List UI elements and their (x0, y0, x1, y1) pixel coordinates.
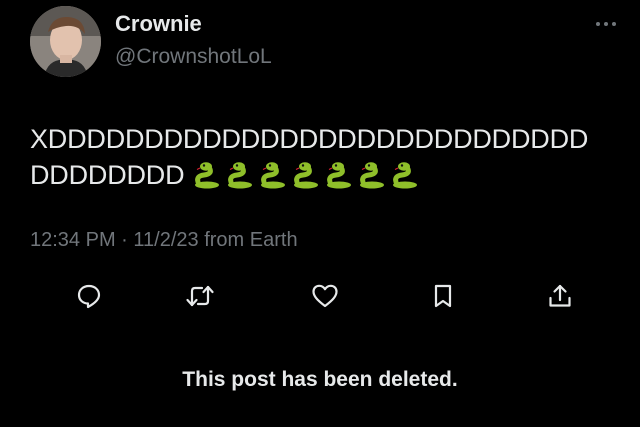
tweet-text-line-2-text: DDDDDDDD (30, 160, 185, 190)
tweet-text-line-2: DDDDDDDD (30, 157, 630, 199)
tweet-metadata: 12:34 PM · 11/2/23 from Earth (30, 229, 298, 252)
tweet-text-line-1: XDDDDDDDDDDDDDDDDDDDDDDDDDDDD (30, 124, 589, 154)
snake-emoji (195, 162, 220, 189)
author-handle[interactable]: @CrownshotLoL (115, 45, 272, 69)
share-icon (549, 284, 571, 307)
more-options-icon[interactable] (594, 15, 618, 26)
reply-icon (77, 284, 101, 309)
avatar-photo (30, 6, 101, 77)
deleted-notice: This post has been deleted. (182, 368, 458, 391)
bookmark-icon (434, 284, 452, 308)
share-button[interactable] (542, 278, 578, 314)
snake-emoji (393, 162, 418, 189)
tweet-time[interactable]: 12:34 PM (30, 229, 116, 251)
like-button[interactable] (307, 278, 343, 314)
retweet-button[interactable] (182, 278, 218, 314)
bookmark-button[interactable] (425, 278, 461, 314)
meta-separator: · (121, 229, 128, 251)
snake-emoji (294, 162, 319, 189)
tweet-date[interactable]: 11/2/23 (133, 229, 198, 251)
author-display-name[interactable]: Crownie (115, 11, 202, 37)
snake-emoji (360, 162, 385, 189)
snake-emoji-group (192, 160, 423, 199)
action-bar (0, 278, 640, 314)
retweet-icon (186, 285, 214, 307)
like-icon (312, 284, 338, 308)
snake-emoji (228, 162, 253, 189)
tweet-view: Crownie @CrownshotLoL XDDDDDDDDDDDDDDDDD… (0, 0, 640, 427)
snake-emoji (261, 162, 286, 189)
reply-button[interactable] (71, 278, 107, 314)
snake-emoji (327, 162, 352, 189)
tweet-source: from Earth (204, 229, 298, 251)
tweet-text: XDDDDDDDDDDDDDDDDDDDDDDDDDDDD DDDDDDDD (30, 121, 630, 199)
avatar[interactable] (30, 6, 101, 77)
